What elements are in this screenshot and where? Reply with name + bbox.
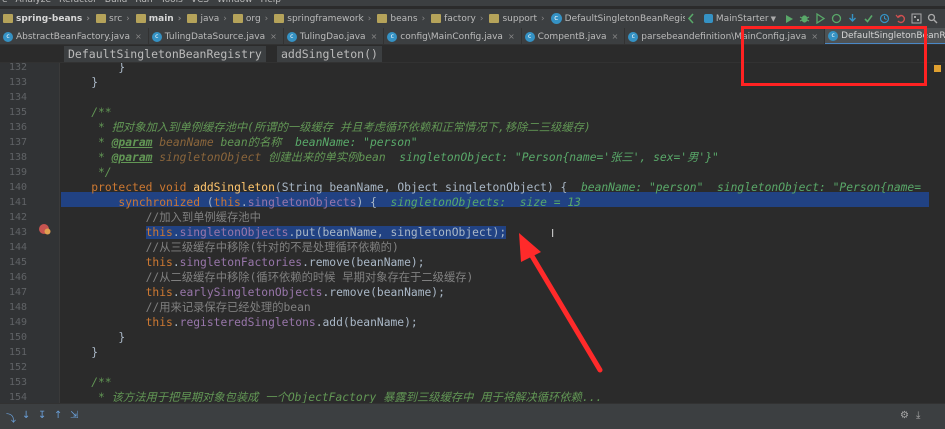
annotation-arrow-icon xyxy=(519,233,603,373)
